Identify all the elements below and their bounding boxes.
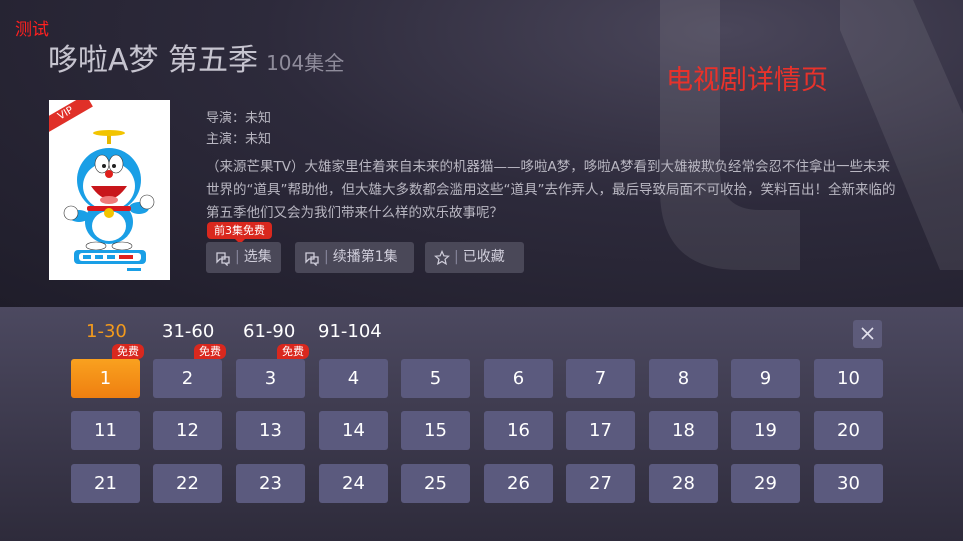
range-tab-31-60[interactable]: 31-60 [162,321,214,342]
episode-count: 104集全 [266,51,345,75]
episode-button[interactable]: 16 [484,411,553,450]
episode-button[interactable]: 18 [649,411,718,450]
episode-button[interactable]: 11 [71,411,140,450]
select-episode-label: 选集 [243,249,272,265]
close-icon [861,327,874,340]
episode-button[interactable]: 10 [814,359,883,398]
select-episode-icon [216,251,230,266]
episode-button[interactable]: 12 [153,411,222,450]
show-poster: VIP [49,100,170,280]
page-title: 哆啦A梦 第五季 104集全 [48,35,344,79]
show-title: 哆啦A梦 第五季 [48,43,259,78]
episode-button[interactable]: 24 [319,464,388,503]
episode-button[interactable]: 28 [649,464,718,503]
page-type-label: 电视剧详情页 [666,65,828,96]
episode-button[interactable]: 13 [236,411,305,450]
episode-button[interactable]: 30 [814,464,883,503]
episode-button[interactable]: 20 [814,411,883,450]
episode-button[interactable]: 4 [319,359,388,398]
separator: | [454,249,459,265]
separator: | [324,249,329,265]
episode-button[interactable]: 27 [566,464,635,503]
separator: | [235,249,240,265]
range-tab-61-90[interactable]: 61-90 [243,321,295,342]
doraemon-poster-art [49,100,170,280]
star-icon [434,249,450,265]
continue-play-button[interactable]: | 续播第1集 [295,242,414,273]
episode-button[interactable]: 15 [401,411,470,450]
free-badge: 免费 [194,344,226,359]
episode-button[interactable]: 21 [71,464,140,503]
range-tab-91-104[interactable]: 91-104 [318,321,382,342]
debug-label: 测试 [15,20,49,40]
favorite-button[interactable]: | 已收藏 [425,242,524,273]
free-badge: 免费 [277,344,309,359]
episode-button[interactable]: 29 [731,464,800,503]
director-info: 导演：未知 [206,111,272,126]
favorite-label: 已收藏 [462,249,505,265]
episode-button[interactable]: 1 [71,359,140,398]
episode-button[interactable]: 9 [731,359,800,398]
free-badge: 免费 [112,344,144,359]
episode-button[interactable]: 23 [236,464,305,503]
show-description: （来源芒果TV）大雄家里住着来自未来的机器猫——哆啦A梦，哆啦A梦看到大雄被欺负… [206,159,896,221]
episode-button[interactable]: 14 [319,411,388,450]
episode-button[interactable]: 3 [236,359,305,398]
background-logo-icon [660,0,963,270]
close-button[interactable] [853,320,882,348]
continue-play-label: 续播第1集 [332,249,398,265]
episode-button[interactable]: 26 [484,464,553,503]
episode-button[interactable]: 22 [153,464,222,503]
range-tab-1-30[interactable]: 1-30 [86,321,127,342]
episode-button[interactable]: 25 [401,464,470,503]
episode-button[interactable]: 6 [484,359,553,398]
continue-play-icon [305,251,319,266]
episode-button[interactable]: 5 [401,359,470,398]
episode-button[interactable]: 7 [566,359,635,398]
free-episodes-tip: 前3集免费 [207,222,272,244]
episode-button[interactable]: 17 [566,411,635,450]
cast-info: 主演：未知 [206,132,272,147]
episode-button[interactable]: 8 [649,359,718,398]
episode-button[interactable]: 2 [153,359,222,398]
select-episode-button[interactable]: | 选集 [206,242,281,273]
episode-button[interactable]: 19 [731,411,800,450]
